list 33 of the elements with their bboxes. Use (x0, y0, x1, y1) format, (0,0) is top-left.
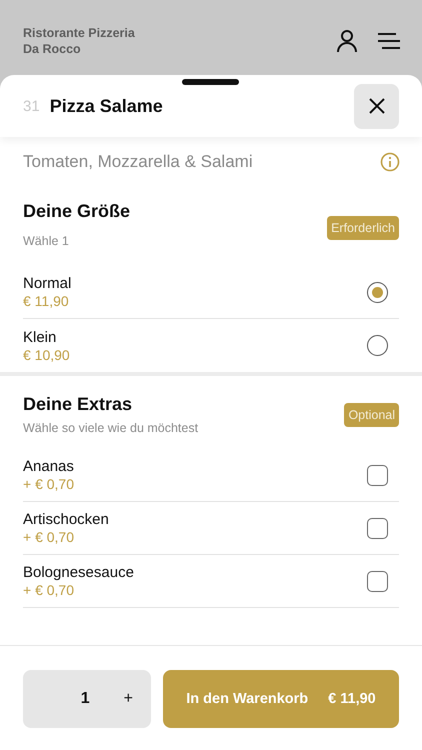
checkbox[interactable] (367, 464, 388, 486)
radio-button[interactable] (367, 282, 388, 302)
section-title: Deine Größe (23, 201, 130, 222)
menu-icon[interactable] (378, 32, 400, 48)
radio-button[interactable] (367, 335, 388, 356)
item-title: Pizza Salame (50, 96, 164, 116)
checkbox[interactable] (367, 570, 388, 592)
sheet-handle[interactable] (182, 79, 239, 85)
increment-button[interactable]: + (124, 690, 133, 708)
option-name: Ananas (23, 458, 74, 475)
user-icon[interactable] (336, 28, 358, 52)
option-name: Bolognesesauce (23, 564, 134, 581)
checkbox[interactable] (367, 518, 388, 538)
quantity-value: 1 (80, 690, 90, 708)
option-price: € 11,90 (23, 293, 70, 309)
option-price: + € 0,70 (23, 476, 74, 492)
restaurant-name: Ristorante Pizzeria (23, 24, 135, 40)
restaurant-name: Da Rocco (23, 40, 82, 56)
option-price: + € 0,70 (23, 582, 75, 598)
option-price: + € 0,70 (23, 529, 75, 545)
section-subtitle: Wähle so viele wie du möchtest (23, 421, 198, 435)
option-name: Artischocken (23, 511, 109, 528)
close-button[interactable] (354, 84, 399, 128)
required-badge: Erforderlich (327, 216, 399, 240)
close-icon (368, 98, 384, 114)
option-price: € 10,90 (23, 346, 70, 362)
option-name: Klein (23, 328, 58, 346)
option-name: Normal (23, 275, 72, 292)
section-subtitle: Wähle 1 (23, 234, 70, 248)
section-title: Deine Extras (23, 394, 134, 415)
item-description: Tomaten, Mozzarella & Salami (23, 152, 253, 172)
info-icon[interactable] (380, 152, 400, 172)
optional-badge: Optional (344, 402, 399, 426)
